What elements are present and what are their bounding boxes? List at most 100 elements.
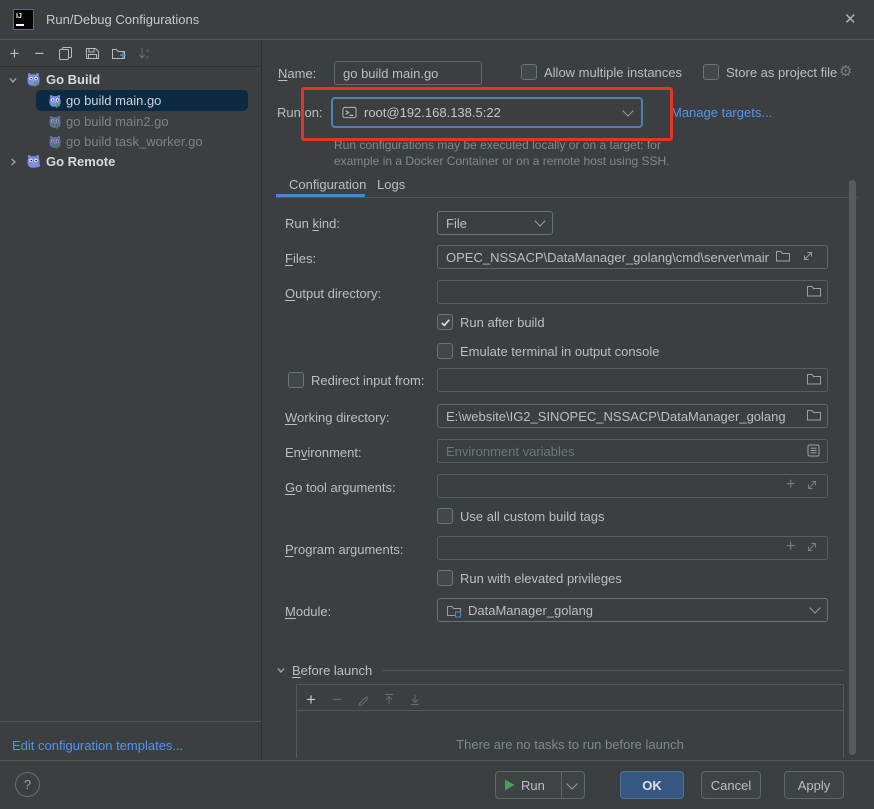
plus-icon[interactable]: + (786, 476, 795, 494)
checkbox-label: Use all custom build tags (460, 509, 605, 524)
name-input[interactable] (334, 61, 482, 85)
folder-icon[interactable] (806, 372, 822, 386)
checkbox-label: Allow multiple instances (544, 65, 682, 80)
checkbox-box[interactable] (437, 570, 453, 586)
tree-item-label: go build task_worker.go (66, 134, 203, 149)
run-button[interactable]: Run (495, 771, 585, 799)
run-kind-value: File (446, 216, 530, 231)
use-custom-build-tags-checkbox[interactable]: Use all custom build tags (437, 508, 605, 524)
help-button[interactable]: ? (15, 772, 40, 797)
run-after-build-checkbox[interactable]: Run after build (437, 314, 545, 330)
checkbox-label: Store as project file (726, 65, 837, 80)
working-directory-input[interactable] (437, 404, 828, 428)
checkbox-box[interactable] (437, 314, 453, 330)
go-remote-gopher-icon (26, 154, 41, 169)
output-directory-input[interactable] (437, 280, 828, 304)
add-configuration-button[interactable]: + (6, 45, 23, 62)
environment-input[interactable] (437, 439, 828, 463)
run-button-label: Run (521, 778, 545, 793)
intellij-logo-icon: IJ (13, 9, 34, 30)
checkbox-box[interactable] (437, 508, 453, 524)
tree-item-go-build-main[interactable]: go build main.go (0, 90, 261, 111)
run-elevated-checkbox[interactable]: Run with elevated privileges (437, 570, 622, 586)
environment-label: Environment: (285, 445, 362, 460)
active-tab-underline (276, 194, 365, 197)
tree-group-go-remote[interactable]: Go Remote (0, 151, 261, 172)
expand-icon[interactable] (805, 540, 819, 554)
remove-task-button: − (329, 691, 345, 707)
redirect-input-field[interactable] (437, 368, 828, 392)
apply-button-label: Apply (798, 778, 831, 793)
working-directory-label: Working directory: (285, 410, 390, 425)
cancel-button[interactable]: Cancel (701, 771, 761, 799)
apply-button[interactable]: Apply (784, 771, 844, 799)
tree-group-label: Go Remote (46, 154, 115, 169)
panel-separator (261, 40, 262, 760)
tree-item-go-build-main2[interactable]: go build main2.go (0, 111, 261, 132)
go-tool-arguments-input[interactable] (437, 474, 828, 498)
gear-icon[interactable]: ⚙ (839, 62, 852, 80)
checkbox-box[interactable] (703, 64, 719, 80)
emulate-terminal-checkbox[interactable]: Emulate terminal in output console (437, 343, 659, 359)
add-task-button[interactable]: + (303, 691, 319, 707)
before-launch-empty-text: There are no tasks to run before launch (296, 737, 844, 752)
svg-text:z: z (146, 55, 149, 61)
allow-multiple-instances-checkbox[interactable]: Allow multiple instances (521, 64, 682, 80)
run-kind-combobox[interactable]: File (437, 211, 553, 235)
cancel-button-label: Cancel (711, 778, 751, 793)
store-as-project-file-checkbox[interactable]: Store as project file (703, 64, 837, 80)
chevron-right-icon[interactable] (7, 157, 19, 167)
before-launch-rule (382, 670, 844, 671)
new-folder-button[interactable] (110, 45, 127, 62)
close-icon[interactable]: ✕ (844, 10, 857, 28)
manage-targets-link[interactable]: Manage targets... (671, 105, 772, 120)
titlebar-separator (0, 39, 874, 40)
checkbox-box[interactable] (521, 64, 537, 80)
tab-configuration[interactable]: Configuration (289, 177, 366, 192)
tree-group-go-build[interactable]: Go Build (0, 69, 261, 90)
module-combobox[interactable]: DataManager_golang (437, 598, 828, 622)
edit-configuration-templates-link[interactable]: Edit configuration templates... (12, 738, 183, 753)
move-down-icon (407, 691, 423, 707)
expand-icon[interactable] (801, 249, 815, 263)
terminal-icon (342, 105, 357, 120)
expand-icon[interactable] (805, 478, 819, 492)
before-launch-collapse-icon[interactable] (276, 665, 286, 675)
checkbox-box[interactable] (437, 343, 453, 359)
output-directory-label: Output directory: (285, 286, 381, 301)
save-configuration-button[interactable] (84, 45, 101, 62)
dialog-title: Run/Debug Configurations (46, 12, 199, 27)
folder-icon[interactable] (806, 284, 822, 298)
remove-configuration-button[interactable]: − (31, 45, 48, 62)
vertical-scrollbar[interactable] (849, 180, 856, 755)
module-icon (446, 603, 462, 618)
ok-button-label: OK (642, 778, 662, 793)
plus-icon[interactable]: + (786, 538, 795, 556)
copy-configuration-button[interactable] (57, 45, 74, 62)
program-arguments-input[interactable] (437, 536, 828, 560)
chevron-down-icon[interactable] (566, 778, 577, 789)
list-icon[interactable] (806, 443, 821, 458)
ok-button[interactable]: OK (620, 771, 684, 799)
files-label: Files: (285, 251, 316, 266)
run-on-hint-line1: Run configurations may be executed local… (334, 138, 661, 152)
sort-configurations-icon: az (136, 45, 153, 62)
checkbox-label: Run after build (460, 315, 545, 330)
tree-group-label: Go Build (46, 72, 100, 87)
run-on-hint-line2: example in a Docker Container or on a re… (334, 154, 670, 168)
svg-text:IJ: IJ (16, 13, 22, 20)
folder-icon[interactable] (806, 408, 822, 422)
edit-pencil-icon (355, 691, 371, 707)
folder-icon[interactable] (775, 249, 791, 263)
go-build-gopher-icon (26, 72, 41, 87)
redirect-input-checkbox[interactable]: Redirect input from: (288, 372, 424, 388)
run-on-combobox[interactable]: root@192.168.138.5:22 (331, 97, 643, 128)
footer-separator (0, 760, 874, 761)
chevron-down-icon[interactable] (7, 75, 19, 85)
module-value: DataManager_golang (468, 603, 805, 618)
tab-logs[interactable]: Logs (377, 177, 405, 192)
left-panel-bottom-separator (0, 721, 261, 722)
checkbox-box[interactable] (288, 372, 304, 388)
files-input[interactable] (437, 245, 828, 269)
tree-item-go-build-task-worker[interactable]: go build task_worker.go (0, 131, 261, 152)
